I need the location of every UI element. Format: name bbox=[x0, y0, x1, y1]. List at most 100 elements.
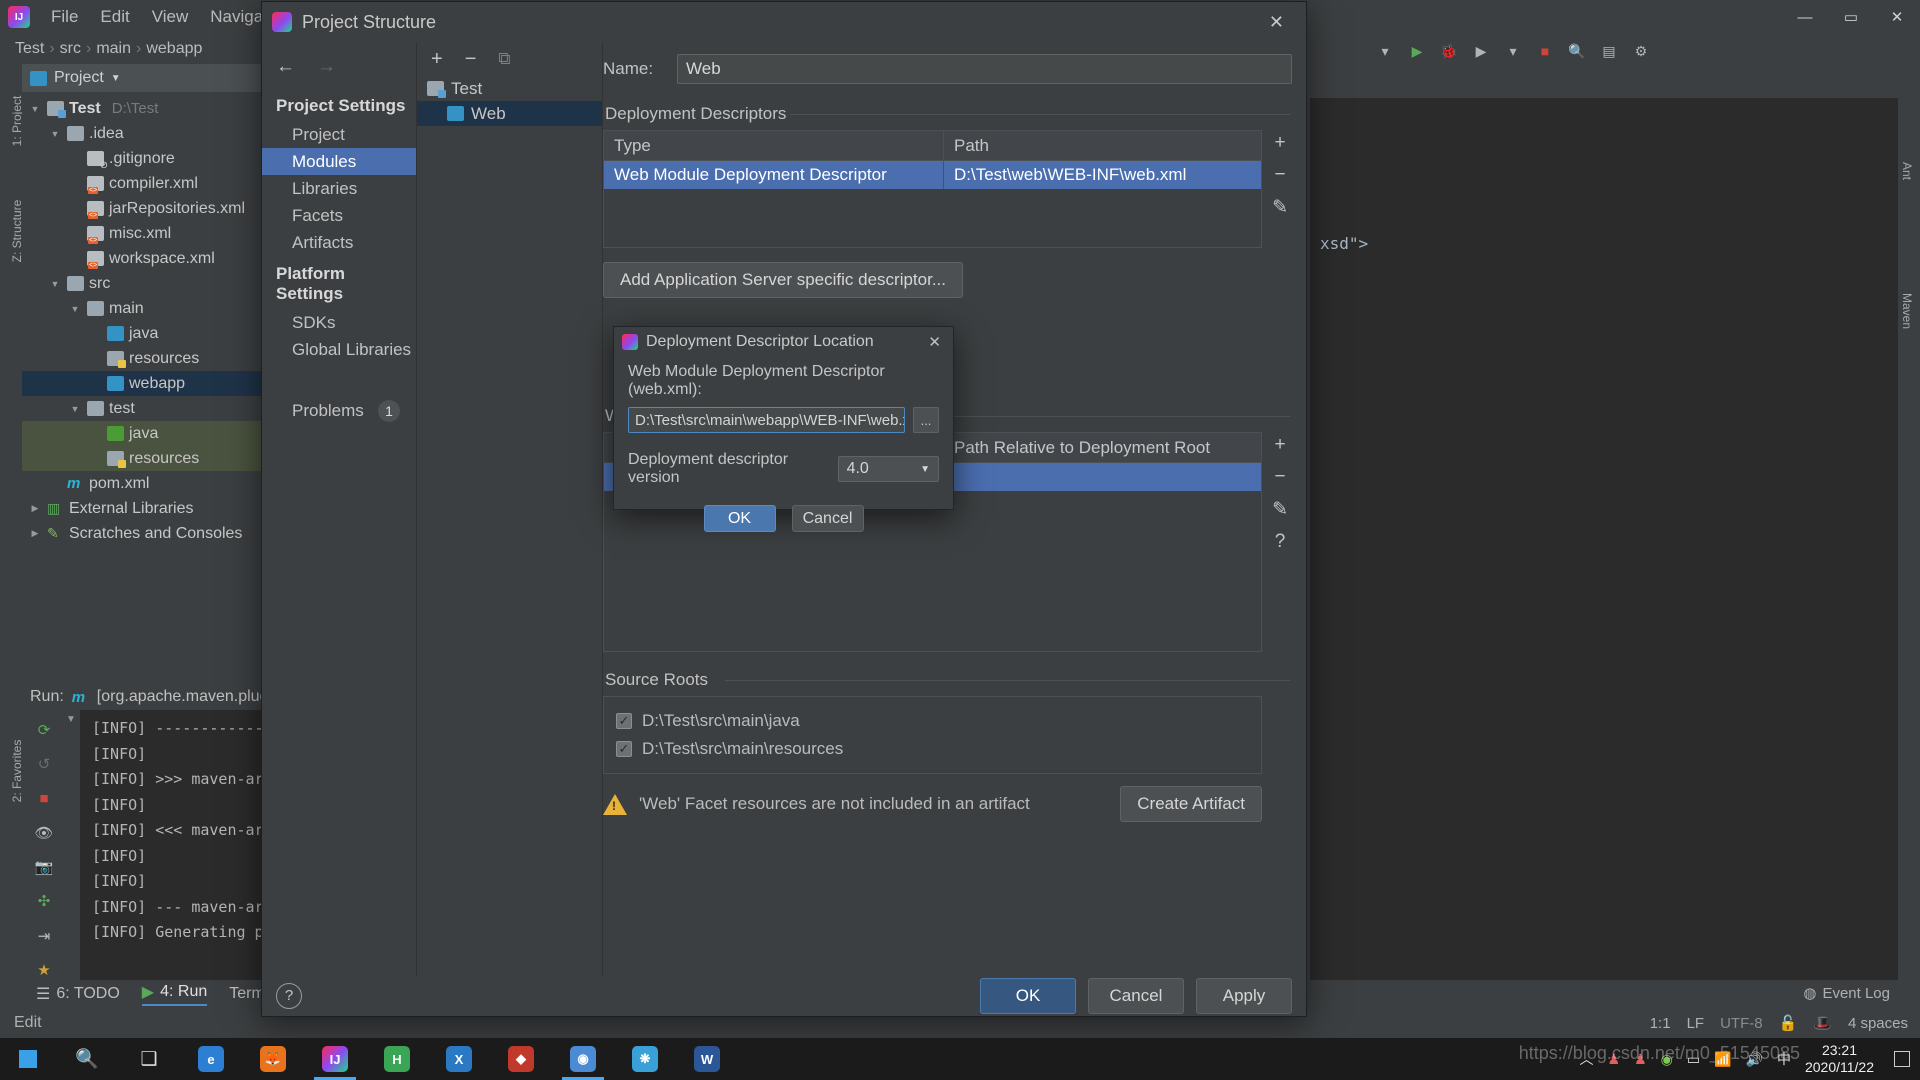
expand-arrow-icon[interactable]: ▶ bbox=[28, 503, 42, 514]
bottom-tab-todo[interactable]: ☰ 6: TODO bbox=[36, 984, 120, 1004]
create-artifact-button[interactable]: Create Artifact bbox=[1120, 786, 1262, 822]
taskbar-search-button[interactable]: 🔍 bbox=[56, 1038, 118, 1080]
taskbar-app-seven[interactable]: ◆ bbox=[490, 1038, 552, 1080]
tool-tab-ant[interactable]: Ant bbox=[1900, 136, 1914, 206]
descriptor-version-select[interactable]: 4.0 ▼ bbox=[837, 456, 939, 482]
sidebar-item-artifacts[interactable]: Artifacts bbox=[262, 229, 416, 256]
copy-module-button[interactable]: ⧉ bbox=[498, 49, 510, 69]
taskbar-app-firefox[interactable]: 🦊 bbox=[242, 1038, 304, 1080]
close-icon[interactable]: ✕ bbox=[924, 333, 945, 351]
sidebar-item-project[interactable]: Project bbox=[262, 121, 416, 148]
menu-view[interactable]: View bbox=[141, 4, 200, 30]
help-web-resource-button[interactable]: ? bbox=[1275, 531, 1286, 553]
browse-button[interactable]: ... bbox=[913, 407, 939, 433]
expand-arrow-icon[interactable]: ▶ bbox=[28, 528, 42, 539]
sidebar-item-sdks[interactable]: SDKs bbox=[262, 309, 416, 336]
sidebar-item-libraries[interactable]: Libraries bbox=[262, 175, 416, 202]
search-everywhere-icon[interactable]: 🔍 bbox=[1566, 40, 1588, 62]
soft-wrap-icon[interactable]: ✣ bbox=[33, 891, 55, 911]
tray-qq-icon[interactable]: ◉ bbox=[1661, 1051, 1673, 1068]
stop-icon[interactable]: ■ bbox=[1534, 40, 1556, 62]
module-name-input[interactable]: Web bbox=[677, 54, 1292, 84]
indent-size[interactable]: 4 spaces bbox=[1848, 1015, 1908, 1032]
cancel-button[interactable]: Cancel bbox=[1088, 977, 1184, 1014]
pin-icon[interactable]: ★ bbox=[33, 960, 55, 980]
remove-module-button[interactable]: − bbox=[465, 48, 477, 71]
notification-icon[interactable] bbox=[1894, 1051, 1910, 1067]
back-arrow-icon[interactable]: ← bbox=[276, 56, 295, 78]
lock-icon[interactable]: 🔓 bbox=[1779, 1014, 1798, 1032]
run-icon[interactable]: ▶ bbox=[1406, 40, 1428, 62]
start-button[interactable] bbox=[0, 1038, 56, 1080]
maximize-icon[interactable]: ▭ bbox=[1828, 0, 1874, 34]
cancel-button[interactable]: Cancel bbox=[791, 505, 864, 532]
table-row[interactable]: Web Module Deployment Descriptor D:\Test… bbox=[604, 161, 1261, 189]
collapse-arrow-icon[interactable]: ▼ bbox=[28, 104, 42, 114]
coverage-icon[interactable]: ▶ bbox=[1470, 40, 1492, 62]
camera-icon[interactable]: 📷 bbox=[33, 857, 55, 877]
collapse-icon[interactable]: ▼ bbox=[66, 714, 76, 725]
rerun-icon[interactable]: ⟳ bbox=[33, 720, 55, 740]
apply-button[interactable]: Apply bbox=[1196, 977, 1292, 1014]
battery-icon[interactable]: ▭ bbox=[1687, 1051, 1700, 1068]
breadcrumb-main[interactable]: main bbox=[91, 40, 136, 58]
taskbar-app-edge[interactable]: e bbox=[180, 1038, 242, 1080]
remove-web-resource-button[interactable]: − bbox=[1274, 466, 1285, 488]
module-item-test[interactable]: Test bbox=[417, 76, 602, 101]
add-module-button[interactable]: + bbox=[431, 48, 443, 71]
edit-web-resource-button[interactable]: ✎ bbox=[1272, 498, 1288, 521]
dropdown-icon[interactable]: ▾ bbox=[1502, 40, 1524, 62]
ok-button[interactable]: OK bbox=[703, 505, 776, 532]
menu-file[interactable]: File bbox=[40, 4, 89, 30]
tray-expand-icon[interactable]: ︿ bbox=[1580, 1049, 1594, 1069]
source-root-item[interactable]: ✓ D:\Test\src\main\java bbox=[616, 707, 1249, 735]
wifi-icon[interactable]: 📶 bbox=[1714, 1051, 1731, 1068]
ok-button[interactable]: OK bbox=[980, 977, 1076, 1014]
taskbar-app-chrome[interactable]: ◉ bbox=[552, 1038, 614, 1080]
taskbar-app-nine[interactable]: ❋ bbox=[614, 1038, 676, 1080]
checkbox-icon[interactable]: ✓ bbox=[616, 713, 632, 729]
settings-icon[interactable]: ⚙ bbox=[1630, 40, 1652, 62]
source-root-item[interactable]: ✓ D:\Test\src\main\resources bbox=[616, 735, 1249, 763]
breadcrumb-src[interactable]: src bbox=[55, 40, 86, 58]
menu-edit[interactable]: Edit bbox=[89, 4, 140, 30]
inspection-icon[interactable]: 🎩 bbox=[1813, 1014, 1832, 1032]
module-item-web[interactable]: Web bbox=[417, 101, 602, 126]
editor-code-line[interactable]: xsd"> bbox=[1320, 234, 1368, 253]
caret-position[interactable]: 1:1 bbox=[1650, 1015, 1671, 1032]
stop-icon[interactable]: ■ bbox=[33, 789, 55, 809]
layout-icon[interactable]: ▤ bbox=[1598, 40, 1620, 62]
taskbar-clock[interactable]: 23:21 2020/11/22 bbox=[1805, 1042, 1880, 1076]
debug-icon[interactable]: 🐞 bbox=[1438, 40, 1460, 62]
tray-app-icon[interactable]: ♟ bbox=[1608, 1051, 1621, 1068]
collapse-arrow-icon[interactable]: ▼ bbox=[48, 279, 62, 289]
sidebar-item-modules[interactable]: Modules bbox=[262, 148, 416, 175]
sidebar-item-global-libraries[interactable]: Global Libraries bbox=[262, 336, 416, 363]
sidebar-item-facets[interactable]: Facets bbox=[262, 202, 416, 229]
collapse-arrow-icon[interactable]: ▼ bbox=[48, 129, 62, 139]
taskbar-app-vscode[interactable]: X bbox=[428, 1038, 490, 1080]
run-config-dropdown-icon[interactable]: ▾ bbox=[1374, 40, 1396, 62]
add-app-server-descriptor-button[interactable]: Add Application Server specific descript… bbox=[603, 262, 963, 298]
breadcrumb-test[interactable]: Test bbox=[10, 40, 49, 58]
edit-descriptor-button[interactable]: ✎ bbox=[1272, 196, 1288, 219]
eye-icon[interactable]: 👁 bbox=[33, 823, 55, 843]
sidebar-item-problems[interactable]: Problems 1 bbox=[262, 397, 416, 424]
checkbox-icon[interactable]: ✓ bbox=[616, 741, 632, 757]
taskbar-app-hbuilder[interactable]: H bbox=[366, 1038, 428, 1080]
bottom-tab-run[interactable]: ▶ 4: Run bbox=[141, 982, 208, 1006]
chevron-down-icon[interactable]: ▼ bbox=[111, 73, 121, 84]
close-icon[interactable]: ✕ bbox=[1874, 0, 1920, 34]
taskbar-task-view-button[interactable]: ❑ bbox=[118, 1038, 180, 1080]
close-icon[interactable]: ✕ bbox=[1257, 12, 1296, 33]
minimize-icon[interactable]: — bbox=[1782, 0, 1828, 34]
file-encoding[interactable]: UTF-8 bbox=[1720, 1015, 1763, 1032]
ime-icon[interactable]: 中 bbox=[1777, 1049, 1791, 1069]
volume-icon[interactable]: 🔊 bbox=[1746, 1051, 1763, 1068]
remove-descriptor-button[interactable]: − bbox=[1274, 164, 1285, 186]
web-xml-path-input[interactable]: D:\Test\src\main\webapp\WEB-INF\web.x ▼ bbox=[628, 407, 905, 433]
tool-tab-maven[interactable]: Maven bbox=[1900, 276, 1914, 346]
collapse-arrow-icon[interactable]: ▼ bbox=[68, 404, 82, 414]
taskbar-app-intellij[interactable]: IJ bbox=[304, 1038, 366, 1080]
event-log-button[interactable]: ◍ Event Log bbox=[1803, 984, 1890, 1003]
